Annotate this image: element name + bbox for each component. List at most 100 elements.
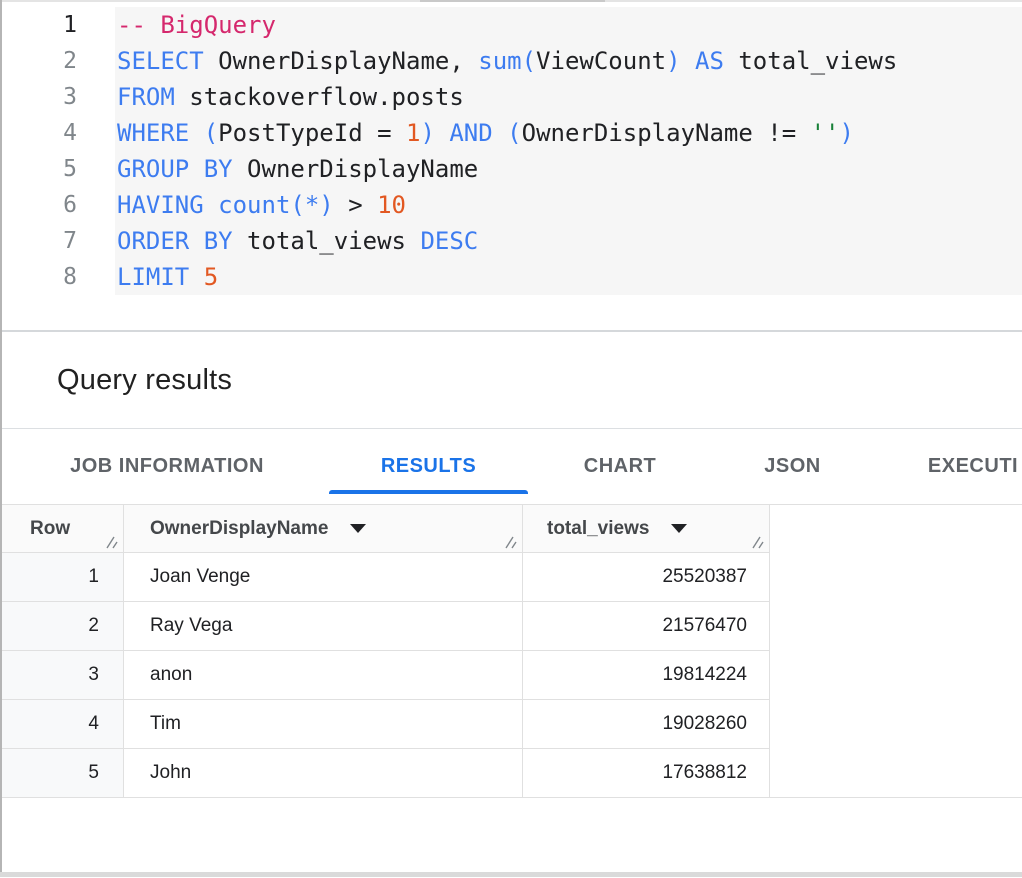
owner-name-cell: Joan Venge bbox=[124, 553, 523, 601]
sql-token-keyword: FROM bbox=[117, 83, 175, 111]
bigquery-query-panel: 1-- BigQuery2SELECT OwnerDisplayName, su… bbox=[0, 0, 1022, 878]
row-number-cell: 3 bbox=[2, 651, 124, 699]
results-header: Query results bbox=[0, 332, 1022, 428]
table-row: 2Ray Vega21576470 bbox=[2, 602, 770, 651]
code-line: 2SELECT OwnerDisplayName, sum(ViewCount)… bbox=[2, 43, 1022, 79]
sql-token-keyword: GROUP BY bbox=[117, 155, 233, 183]
line-number: 5 bbox=[2, 151, 77, 187]
table-row: 5John17638812 bbox=[2, 749, 770, 798]
sql-token-plain bbox=[189, 263, 203, 291]
code-text[interactable]: FROM stackoverflow.posts bbox=[77, 79, 1022, 115]
results-tab-bar: JOB INFORMATION RESULTS CHART JSON EXECUTI bbox=[0, 429, 1022, 505]
sql-token-plain: total_views bbox=[724, 47, 897, 75]
sql-token-plain: OwnerDisplayName, bbox=[204, 47, 479, 75]
sql-token-plain: stackoverflow.posts bbox=[175, 83, 464, 111]
sql-token-keyword: SELECT bbox=[117, 47, 204, 75]
owner-name-cell: Tim bbox=[124, 700, 523, 748]
table-body: 1Joan Venge255203872Ray Vega215764703ano… bbox=[2, 553, 770, 798]
sql-token-keyword: WHERE bbox=[117, 119, 189, 147]
sql-token-keyword: ( bbox=[507, 119, 521, 147]
code-line: 1 -- BigQuery bbox=[2, 7, 1022, 43]
column-resize-handle[interactable] bbox=[104, 534, 120, 549]
sql-token-plain: total_views bbox=[233, 227, 421, 255]
sql-token-plain: OwnerDisplayName != bbox=[522, 119, 811, 147]
tab-label: CHART bbox=[584, 455, 657, 478]
sql-token-number: 10 bbox=[377, 191, 406, 219]
code-text[interactable]: SELECT OwnerDisplayName, sum(ViewCount) … bbox=[77, 43, 1022, 79]
code-text[interactable]: HAVING count(*) > 10 bbox=[77, 187, 1022, 223]
sql-token-number: 5 bbox=[204, 263, 218, 291]
line-number: 8 bbox=[2, 259, 77, 295]
code-text[interactable]: WHERE (PostTypeId = 1) AND (OwnerDisplay… bbox=[77, 115, 1022, 151]
tab-json[interactable]: JSON bbox=[712, 429, 873, 504]
tab-label: RESULTS bbox=[381, 455, 476, 478]
sql-token-string: '' bbox=[811, 119, 840, 147]
tab-job-information[interactable]: JOB INFORMATION bbox=[5, 429, 329, 504]
code-lines: 1 -- BigQuery 2SELECT OwnerDisplayName, su… bbox=[2, 7, 1022, 295]
column-dropdown-arrow-icon[interactable] bbox=[671, 524, 687, 533]
table-row: 1Joan Venge25520387 bbox=[2, 553, 770, 602]
sql-token-keyword: HAVING bbox=[117, 191, 204, 219]
line-number: 7 bbox=[2, 223, 77, 259]
query-results-title: Query results bbox=[57, 364, 232, 397]
code-line: 8LIMIT 5 bbox=[2, 259, 1022, 295]
column-resize-handle[interactable] bbox=[750, 534, 766, 549]
line-number: 6 bbox=[2, 187, 77, 223]
column-label: OwnerDisplayName bbox=[150, 518, 328, 540]
column-dropdown-arrow-icon[interactable] bbox=[350, 524, 366, 533]
sql-token-plain: OwnerDisplayName bbox=[233, 155, 479, 183]
sql-token-plain bbox=[493, 119, 507, 147]
code-line: 4WHERE (PostTypeId = 1) AND (OwnerDispla… bbox=[2, 115, 1022, 151]
sql-token-keyword: ) bbox=[420, 119, 434, 147]
row-number-cell: 4 bbox=[2, 700, 124, 748]
tab-label: EXECUTI bbox=[928, 455, 1018, 478]
row-number-cell: 5 bbox=[2, 749, 124, 797]
left-border bbox=[0, 0, 2, 872]
code-text[interactable]: ORDER BY total_views DESC bbox=[77, 223, 1022, 259]
sql-token-keyword: ( bbox=[204, 119, 218, 147]
active-tab-underline bbox=[329, 490, 528, 494]
total-views-cell: 25520387 bbox=[523, 553, 770, 601]
column-resize-handle[interactable] bbox=[503, 534, 519, 549]
code-line: 7ORDER BY total_views DESC bbox=[2, 223, 1022, 259]
line-number: 1 bbox=[2, 7, 77, 43]
sql-token-keyword: sum( bbox=[478, 47, 536, 75]
sql-token-keyword: AND bbox=[449, 119, 492, 147]
total-views-cell: 19814224 bbox=[523, 651, 770, 699]
bottom-border bbox=[0, 872, 1022, 877]
code-line: 5GROUP BY OwnerDisplayName bbox=[2, 151, 1022, 187]
sql-token-keyword: count(*) bbox=[218, 191, 334, 219]
sql-token-plain bbox=[189, 119, 203, 147]
column-header-ownerdisplayname: OwnerDisplayName bbox=[124, 505, 523, 552]
table-row: 4Tim19028260 bbox=[2, 700, 770, 749]
table-bottom-divider bbox=[0, 797, 1022, 798]
table-header-row: Row OwnerDisplayName total_views bbox=[2, 505, 770, 553]
sql-token-keyword: AS bbox=[695, 47, 724, 75]
column-label: Row bbox=[30, 518, 70, 540]
sql-token-plain: > bbox=[334, 191, 377, 219]
code-text[interactable]: -- BigQuery bbox=[77, 7, 1022, 43]
sql-token-plain: PostTypeId = bbox=[218, 119, 406, 147]
tab-label: JOB INFORMATION bbox=[70, 455, 264, 478]
code-text[interactable]: LIMIT 5 bbox=[77, 259, 1022, 295]
sql-token-keyword: DESC bbox=[420, 227, 478, 255]
sql-token-keyword: ) bbox=[840, 119, 854, 147]
line-number: 3 bbox=[2, 79, 77, 115]
sql-token-comment: -- BigQuery bbox=[117, 11, 276, 39]
owner-name-cell: anon bbox=[124, 651, 523, 699]
code-text[interactable]: GROUP BY OwnerDisplayName bbox=[77, 151, 1022, 187]
row-number-cell: 1 bbox=[2, 553, 124, 601]
sql-token-keyword: ORDER BY bbox=[117, 227, 233, 255]
tab-results[interactable]: RESULTS bbox=[329, 429, 528, 504]
results-table: Row OwnerDisplayName total_views 1Joan Ven… bbox=[2, 505, 770, 798]
tab-chart[interactable]: CHART bbox=[528, 429, 712, 504]
table-row: 3anon19814224 bbox=[2, 651, 770, 700]
tab-label: JSON bbox=[764, 455, 820, 478]
total-views-cell: 17638812 bbox=[523, 749, 770, 797]
sql-token-keyword: LIMIT bbox=[117, 263, 189, 291]
row-number-cell: 2 bbox=[2, 602, 124, 650]
code-line: 6HAVING count(*) > 10 bbox=[2, 187, 1022, 223]
column-header-total-views: total_views bbox=[523, 505, 770, 552]
sql-editor[interactable]: 1 -- BigQuery 2SELECT OwnerDisplayName, su… bbox=[2, 2, 1022, 330]
tab-executi[interactable]: EXECUTI bbox=[873, 429, 1022, 504]
